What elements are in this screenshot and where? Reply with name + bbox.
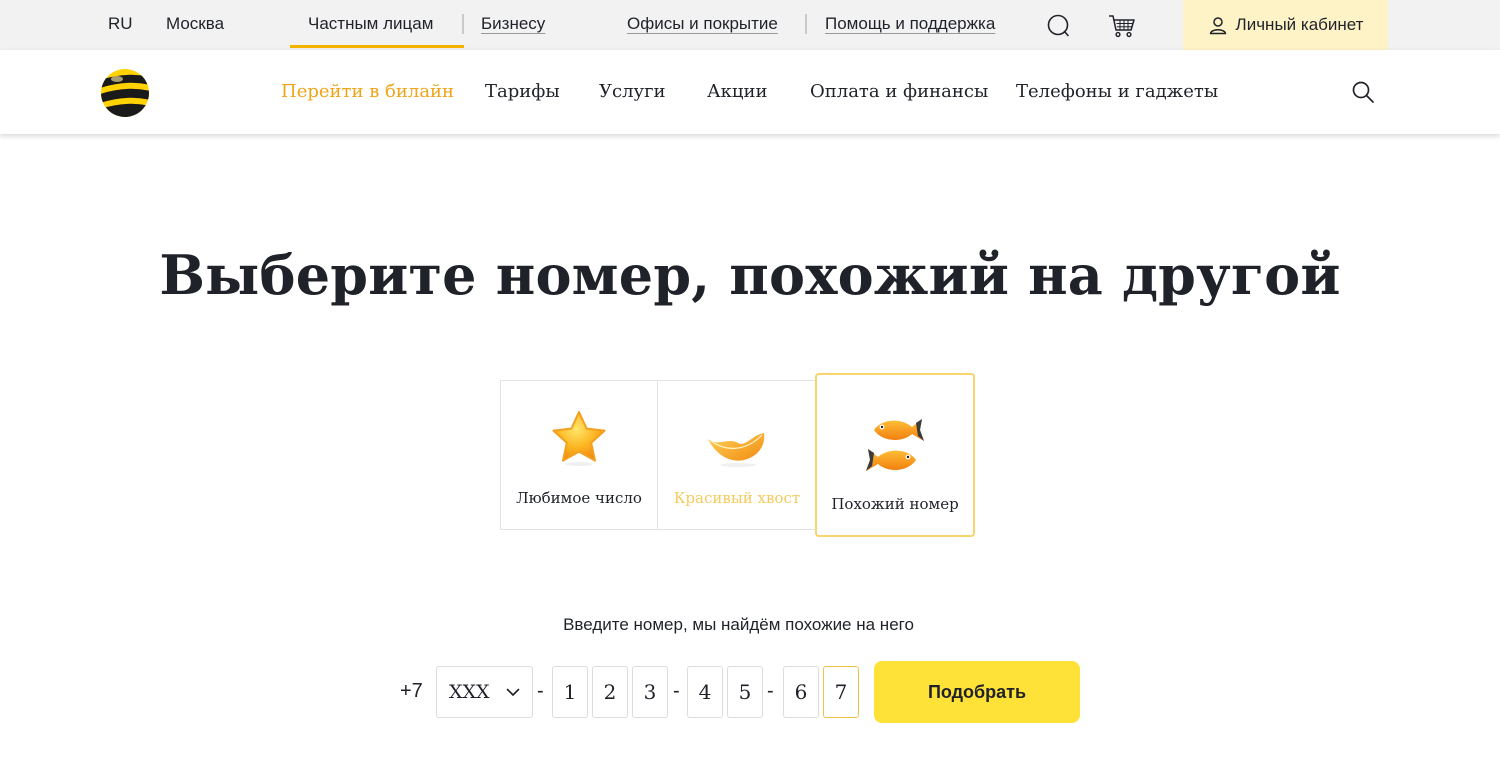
option-favorite-number-label: Любимое число (516, 489, 642, 507)
link-offices-coverage[interactable]: Офисы и покрытие (627, 14, 778, 34)
nav-promotions[interactable]: Акции (707, 81, 767, 102)
page-title: Выберите номер, похожий на другой (159, 243, 1341, 307)
nav-services[interactable]: Услуги (599, 81, 666, 102)
search-icon[interactable] (1351, 80, 1375, 104)
star-icon (552, 411, 606, 466)
digit-input-5[interactable]: 5 (727, 666, 763, 718)
links-divider (805, 14, 807, 34)
operator-code-select[interactable]: XXX (436, 666, 533, 718)
form-hint: Введите номер, мы найдём похожие на него (563, 615, 914, 634)
personal-account-label: Личный кабинет (1235, 15, 1364, 34)
operator-code-value: XXX (449, 681, 490, 703)
link-help-support[interactable]: Помощь и поддержка (825, 14, 995, 34)
top-utility-bar: RU Москва Частным лицам Бизнесу Офисы и … (0, 0, 1500, 50)
digit-input-2[interactable]: 2 (592, 666, 628, 718)
option-beautiful-tail-label: Красивый хвост (673, 489, 801, 507)
submit-button[interactable]: Подобрать (874, 661, 1080, 723)
digit-input-3[interactable]: 3 (632, 666, 668, 718)
feather-tail-icon (708, 433, 765, 467)
nav-phones-gadgets[interactable]: Телефоны и гаджеты (1016, 81, 1218, 102)
option-similar-number[interactable]: Похожий номер (815, 373, 975, 537)
segment-business[interactable]: Бизнесу (481, 14, 545, 34)
segment-divider (462, 14, 464, 34)
main-navigation: Перейти в билайн Тарифы Услуги Акции Опл… (0, 50, 1500, 134)
nav-go-beeline[interactable]: Перейти в билайн (281, 81, 454, 102)
city-selector[interactable]: Москва (166, 14, 224, 34)
digit-input-6[interactable]: 6 (783, 666, 819, 718)
personal-account-button[interactable]: Личный кабинет (1183, 0, 1388, 50)
nav-tariffs[interactable]: Тарифы (485, 81, 560, 102)
chevron-down-icon (506, 688, 520, 696)
digit-input-1[interactable]: 1 (552, 666, 588, 718)
language-switch[interactable]: RU (108, 14, 133, 34)
number-separator: - (767, 680, 774, 702)
option-favorite-number[interactable]: Любимое число (500, 380, 658, 530)
option-beautiful-tail[interactable]: Красивый хвост (657, 380, 817, 530)
nav-payment-finance[interactable]: Оплата и финансы (810, 81, 988, 102)
country-code: +7 (400, 680, 423, 702)
number-separator: - (537, 680, 544, 702)
chat-icon[interactable] (1045, 13, 1071, 39)
segment-private[interactable]: Частным лицам (308, 14, 433, 34)
digit-input-4[interactable]: 4 (687, 666, 723, 718)
option-similar-number-label: Похожий номер (831, 495, 959, 513)
fish-icon (866, 419, 924, 471)
digit-input-7[interactable]: 7 (823, 666, 859, 718)
user-icon (1209, 17, 1226, 35)
number-separator: - (673, 680, 680, 702)
cart-icon[interactable] (1107, 13, 1137, 39)
beeline-logo[interactable] (100, 68, 150, 118)
segment-active-underline (290, 45, 464, 48)
